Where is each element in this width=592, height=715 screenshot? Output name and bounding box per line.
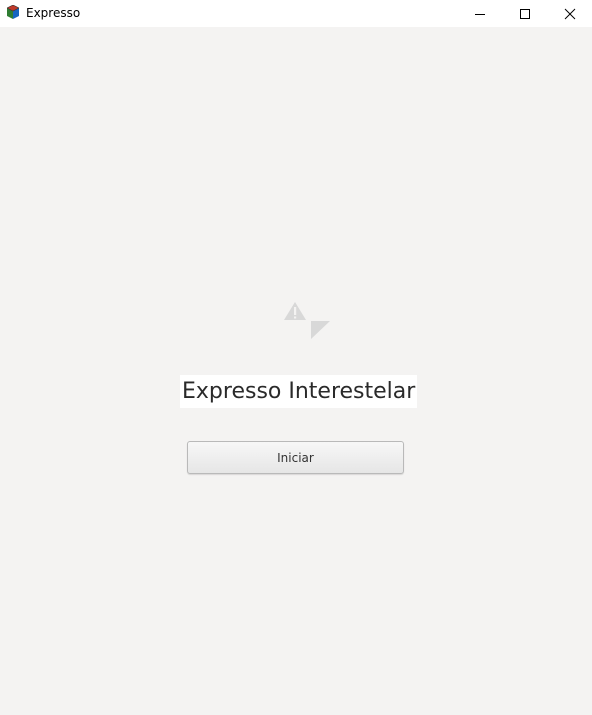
- broken-image-icon: [284, 302, 330, 339]
- app-window: Expresso Expresso Interestelar Iniciar: [0, 0, 592, 715]
- minimize-button[interactable]: [457, 0, 503, 27]
- maximize-button[interactable]: [502, 0, 548, 27]
- maximize-icon: [520, 8, 530, 19]
- window-title: Expresso: [26, 6, 81, 20]
- close-button[interactable]: [547, 0, 592, 27]
- main-content: Expresso Interestelar Iniciar: [0, 27, 592, 715]
- page-title: Expresso Interestelar: [180, 375, 418, 408]
- minimize-icon: [475, 13, 485, 15]
- title-bar[interactable]: Expresso: [0, 0, 592, 27]
- close-icon: [564, 8, 576, 19]
- start-button[interactable]: Iniciar: [187, 441, 404, 474]
- app-icon: [7, 5, 19, 19]
